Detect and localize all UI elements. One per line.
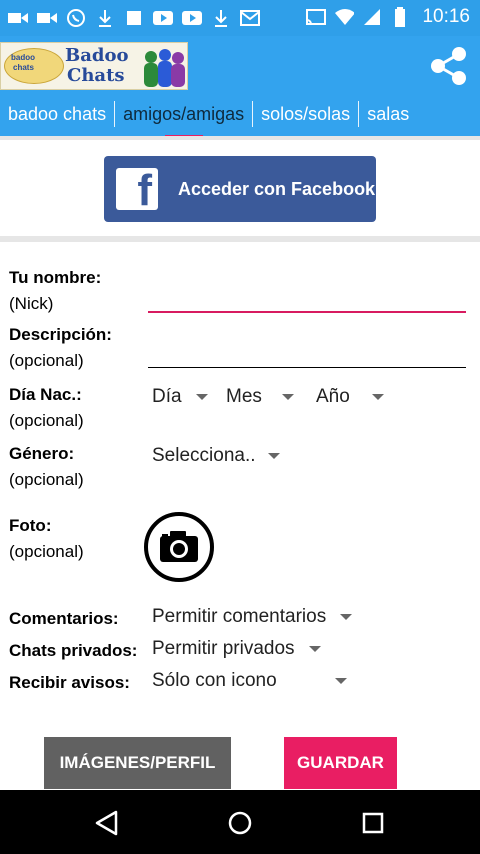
video-icon [8, 8, 28, 28]
tab-label: solos/solas [261, 104, 351, 124]
gmail-icon [240, 8, 260, 28]
privados-value: Permitir privados [152, 638, 295, 659]
chevron-down-icon [281, 394, 294, 400]
foto-label: Foto: (opcional) [9, 513, 84, 565]
foto-label-text: Foto: [9, 516, 52, 535]
tab-bar: badoo chats amigos/amigas solos/solas sa… [0, 92, 480, 139]
genero-sublabel: (opcional) [9, 470, 84, 489]
anio-dropdown[interactable]: Año [316, 386, 384, 408]
comentarios-label-text: Comentarios: [9, 609, 119, 628]
foto-sublabel: (opcional) [9, 542, 84, 561]
privados-dropdown[interactable]: Permitir privados [152, 638, 321, 660]
chevron-down-icon [340, 614, 353, 620]
avisos-label: Recibir avisos: [9, 670, 130, 696]
tab-badoo-chats[interactable]: badoo chats [0, 101, 114, 127]
chevron-down-icon [308, 646, 321, 652]
battery-icon [390, 7, 410, 27]
imagenes-perfil-button[interactable]: IMÁGENES/PERFIL [44, 737, 231, 789]
genero-dropdown[interactable]: Selecciona.. [152, 445, 280, 467]
nombre-sublabel: (Nick) [9, 294, 54, 313]
section-divider [0, 236, 480, 242]
privados-label-text: Chats privados: [9, 641, 138, 660]
dia-nac-sublabel: (opcional) [9, 411, 84, 430]
nombre-label-text: Tu nombre: [9, 268, 102, 287]
genero-label: Género: (opcional) [9, 441, 84, 493]
genero-label-text: Género: [9, 444, 75, 463]
youtube-icon [153, 8, 173, 28]
avisos-value: Sólo con icono [152, 670, 277, 691]
cast-icon [306, 7, 327, 27]
tab-salas[interactable]: salas [358, 101, 417, 127]
facebook-login-label: Acceder con Facebook [178, 178, 376, 199]
notification-icons [8, 8, 260, 28]
camera-icon[interactable] [144, 512, 214, 582]
status-bar: 10:16 [0, 0, 480, 36]
signal-icon [362, 7, 382, 27]
tab-amigos-amigas[interactable]: amigos/amigas [114, 101, 252, 139]
download-icon [211, 8, 231, 28]
avisos-dropdown[interactable]: Sólo con icono [152, 670, 347, 692]
tab-solos-solas[interactable]: solos/solas [252, 101, 358, 127]
descripcion-input[interactable] [148, 367, 466, 368]
privados-label: Chats privados: [9, 638, 137, 664]
tab-label: amigos/amigas [123, 104, 245, 124]
nombre-label: Tu nombre: (Nick) [9, 265, 101, 317]
status-time: 10:16 [422, 6, 470, 27]
comentarios-label: Comentarios: [9, 606, 119, 632]
nombre-input[interactable] [148, 311, 466, 313]
anio-value: Año [316, 386, 350, 407]
avisos-label-text: Recibir avisos: [9, 673, 130, 692]
tab-label: salas [367, 104, 410, 124]
home-icon[interactable] [227, 810, 253, 836]
mes-value: Mes [226, 386, 262, 407]
logo-small-text-2: chats [13, 63, 34, 72]
square-icon [124, 8, 144, 28]
back-icon[interactable] [94, 810, 120, 836]
people-icon [144, 49, 185, 87]
wifi-icon [334, 7, 355, 27]
recents-icon[interactable] [361, 811, 385, 835]
mes-dropdown[interactable]: Mes [226, 386, 294, 408]
youtube-icon [182, 8, 202, 28]
download-icon [95, 8, 115, 28]
descripcion-label-text: Descripción: [9, 325, 112, 344]
chevron-down-icon [334, 678, 347, 684]
guardar-button[interactable]: GUARDAR [284, 737, 397, 789]
facebook-icon: f [116, 168, 158, 210]
dia-nac-label-text: Día Nac.: [9, 385, 82, 404]
tab-divider [0, 136, 480, 140]
navigation-bar [0, 790, 480, 854]
genero-value: Selecciona.. [152, 445, 256, 466]
facebook-login-button[interactable]: f Acceder con Facebook [104, 156, 376, 222]
chevron-down-icon [371, 394, 384, 400]
comentarios-value: Permitir comentarios [152, 606, 327, 627]
app-logo[interactable]: badoo chats Badoo Chats [0, 42, 188, 90]
comentarios-dropdown[interactable]: Permitir comentarios [152, 606, 353, 628]
share-icon[interactable] [426, 44, 470, 88]
logo-title-1: Badoo [65, 45, 129, 66]
whatsapp-icon [66, 8, 86, 28]
descripcion-sublabel: (opcional) [9, 351, 84, 370]
dia-nac-label: Día Nac.: (opcional) [9, 382, 84, 434]
chevron-down-icon [195, 394, 208, 400]
dia-dropdown[interactable]: Día [152, 386, 208, 408]
logo-small-text-1: badoo [11, 53, 35, 62]
logo-title-2: Chats [67, 65, 125, 86]
descripcion-label: Descripción: (opcional) [9, 322, 112, 374]
chevron-down-icon [267, 453, 280, 459]
video-icon [37, 8, 57, 28]
tab-label: badoo chats [8, 104, 107, 124]
dia-value: Día [152, 386, 182, 407]
